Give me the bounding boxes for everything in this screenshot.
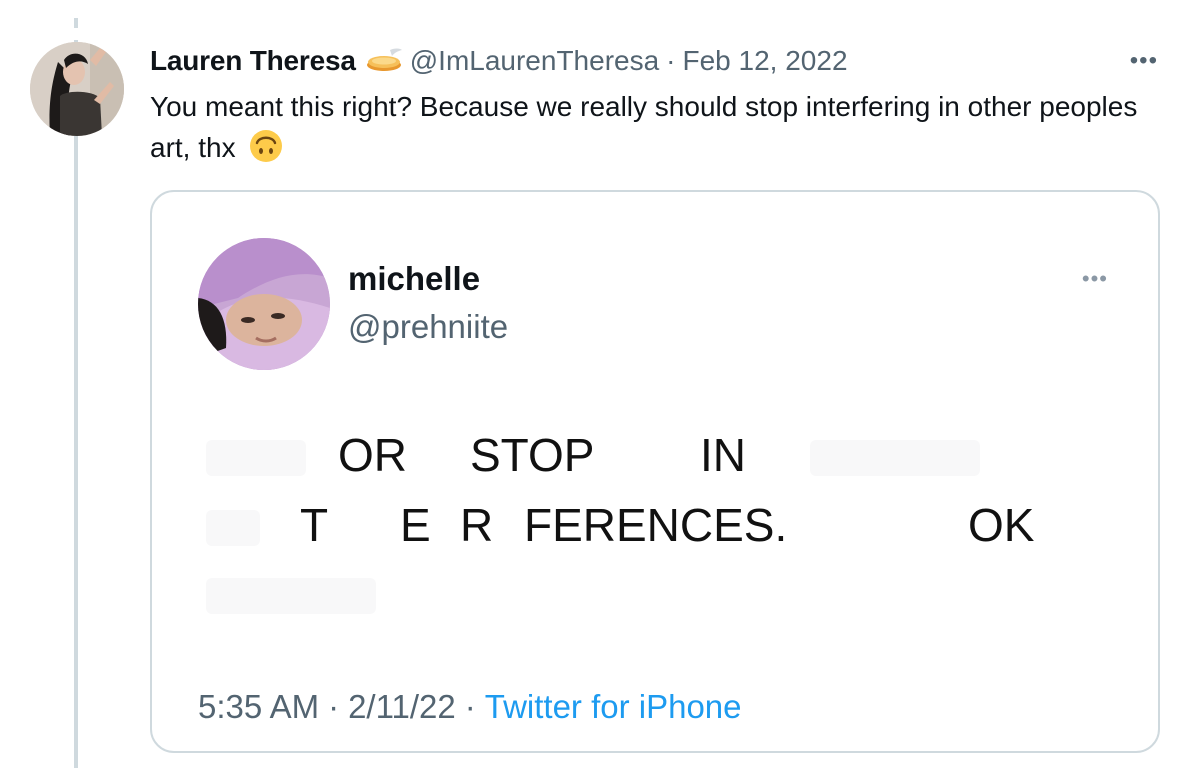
quoted-word: T <box>300 499 329 551</box>
more-options-icon[interactable]: ••• <box>1130 46 1158 76</box>
quoted-avatar-image <box>198 238 330 370</box>
header-separator: · <box>666 45 676 76</box>
quoted-time[interactable]: 5:35 AM <box>198 688 319 725</box>
quoted-word: E <box>400 499 431 551</box>
faded-text-block <box>810 440 980 476</box>
upside-down-face-emoji-icon <box>249 129 283 163</box>
author-avatar[interactable] <box>30 42 124 136</box>
quoted-word: OK <box>968 499 1035 551</box>
author-name[interactable]: Lauren Theresa <box>150 45 356 77</box>
tweet-text-body: You meant this right? Because we really … <box>150 91 1138 163</box>
footer-separator: · <box>464 688 476 725</box>
quoted-author-handle[interactable]: @prehniite <box>348 308 508 346</box>
quoted-tweet-text: OR STOP IN T E R FERENCES. OK <box>202 428 1102 628</box>
quoted-word: R <box>460 499 494 551</box>
tweet-source-link[interactable]: Twitter for iPhone <box>485 688 742 725</box>
quoted-word: OR <box>338 429 407 481</box>
quoted-author-name[interactable]: michelle <box>348 260 480 298</box>
faded-text-block <box>206 578 376 614</box>
quoted-date[interactable]: 2/11/22 <box>348 688 456 725</box>
author-handle[interactable]: @ImLaurenTheresa <box>410 45 659 77</box>
quoted-word: STOP <box>470 429 595 481</box>
footer-separator: · <box>328 688 340 725</box>
tweet-header: Lauren Theresa @ImLaurenTheresa · Feb 12… <box>150 44 848 78</box>
quoted-word: IN <box>700 429 746 481</box>
tweet-date[interactable]: Feb 12, 2022 <box>683 45 848 77</box>
quoted-word: FERENCES. <box>524 499 788 551</box>
quoted-tweet-card[interactable]: michelle @prehniite ••• OR STOP IN T E R… <box>150 190 1160 753</box>
thread-line-gap <box>74 28 78 40</box>
pie-badge-icon <box>364 46 404 76</box>
tweet-text: You meant this right? Because we really … <box>150 86 1150 168</box>
faded-text-block <box>206 510 260 546</box>
quoted-tweet-footer: 5:35 AM · 2/11/22 · Twitter for iPhone <box>198 688 742 726</box>
quoted-more-options-icon[interactable]: ••• <box>1082 266 1108 292</box>
faded-text-block <box>206 440 306 476</box>
quoted-author-avatar[interactable] <box>198 238 330 370</box>
author-avatar-image <box>30 42 124 136</box>
